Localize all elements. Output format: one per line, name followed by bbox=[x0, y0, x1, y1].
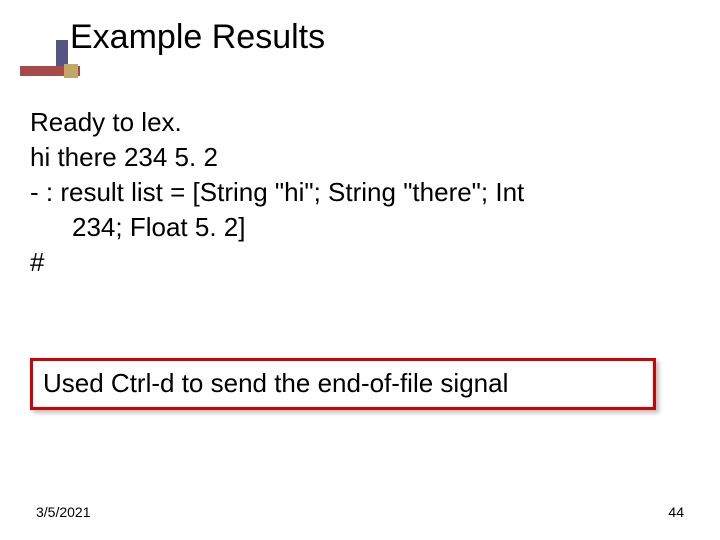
footer-page-number: 44 bbox=[668, 504, 684, 520]
body-line-1: Ready to lex. bbox=[30, 105, 690, 140]
body-line-2: hi there 234 5. 2 bbox=[30, 140, 690, 175]
slide-title: Example Results bbox=[70, 18, 325, 57]
slide-title-wrap: Example Results bbox=[70, 18, 325, 57]
callout-text: Used Ctrl-d to send the end-of-file sign… bbox=[43, 368, 508, 398]
slide-body: Ready to lex. hi there 234 5. 2 - : resu… bbox=[30, 105, 690, 280]
body-line-3a: - : result list = [String "hi"; String "… bbox=[30, 175, 690, 210]
body-line-4: # bbox=[30, 245, 690, 280]
footer-date: 3/5/2021 bbox=[36, 504, 91, 520]
body-line-3b: 234; Float 5. 2] bbox=[30, 210, 690, 245]
slide: Example Results Ready to lex. hi there 2… bbox=[0, 0, 720, 540]
title-decoration bbox=[20, 64, 80, 78]
deco-square bbox=[64, 64, 78, 78]
callout-box: Used Ctrl-d to send the end-of-file sign… bbox=[30, 358, 656, 410]
